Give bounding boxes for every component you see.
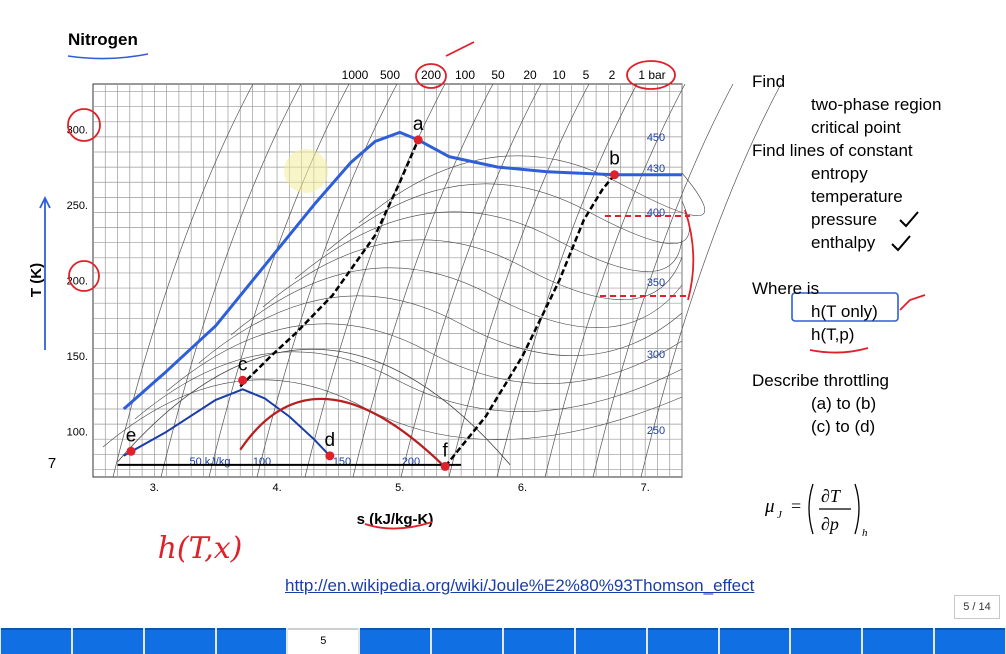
- enthalpy-label-bottom: 200: [402, 456, 420, 468]
- slide-thumbnail[interactable]: [360, 628, 431, 654]
- find-item: pressure: [811, 210, 878, 229]
- eq-lhs: μ: [765, 496, 775, 517]
- eq-paren-right: [854, 483, 860, 535]
- y-tick-label: 250.: [67, 200, 88, 212]
- slide-thumbnail[interactable]: [72, 628, 143, 654]
- handwritten-h-t-x: h(T,x): [158, 531, 243, 566]
- slide-thumbnail[interactable]: [791, 628, 862, 654]
- state-point-marker: [325, 451, 335, 461]
- x-tick-label: 3.: [150, 482, 159, 494]
- x-tick-label: 6.: [518, 482, 527, 494]
- eq-paren-left: [808, 483, 814, 535]
- eq-numerator: ∂T: [821, 486, 842, 506]
- eq-lhs-sub: J: [777, 509, 783, 521]
- enthalpy-label-right: 250: [647, 425, 665, 437]
- find-item: two-phase region: [811, 95, 942, 114]
- slide-thumbnail[interactable]: [432, 628, 503, 654]
- state-point-label: b: [609, 149, 620, 170]
- pressure-label: 1 bar: [638, 68, 665, 82]
- slide-thumbnail[interactable]: [1, 628, 71, 654]
- find-item: entropy: [811, 164, 868, 183]
- state-point-marker: [413, 135, 423, 145]
- page-indicator: 5 / 14: [954, 595, 1000, 619]
- cursor-highlight: [284, 149, 328, 193]
- slide-thumbnail[interactable]: [575, 628, 646, 654]
- enthalpy-label-right: 400: [647, 207, 665, 219]
- state-point-marker: [126, 446, 136, 456]
- y-tick-label: 150.: [67, 351, 88, 363]
- y-tick-label: 100.: [67, 427, 88, 439]
- slide-thumbnail[interactable]: [144, 628, 215, 654]
- pressure-label: 500: [380, 68, 400, 82]
- enthalpy-label-right: 350: [647, 277, 665, 289]
- wikipedia-link[interactable]: http://en.wikipedia.org/wiki/Joule%E2%80…: [285, 576, 754, 596]
- pressure-label: 50: [491, 68, 505, 82]
- enthalpy-label-bottom: 100: [253, 456, 271, 468]
- pressure-label: 2: [609, 68, 616, 82]
- find-heading: Find: [752, 72, 786, 91]
- state-point-marker: [440, 461, 450, 471]
- find-item: temperature: [811, 187, 903, 206]
- state-point-label: d: [325, 430, 336, 451]
- slide-thumbnail[interactable]: [647, 628, 718, 654]
- find-item: critical point: [811, 118, 901, 137]
- pressure-label: 1000: [342, 68, 369, 82]
- slide-thumbnail[interactable]: [935, 628, 1006, 654]
- annotation-brace: [684, 209, 695, 301]
- find-heading: Describe throttling: [752, 371, 890, 390]
- joule-thomson-equation: μ J = ∂T ∂p h: [764, 478, 885, 549]
- slide-thumbnail[interactable]: [719, 628, 790, 654]
- find-panel: Find two-phase region critical point Fin…: [752, 70, 941, 438]
- pressure-label: 100: [455, 68, 475, 82]
- eq-equals: =: [791, 496, 801, 516]
- find-item: h(T only): [811, 302, 878, 321]
- pressure-label: 10: [552, 68, 566, 82]
- x-tick-label: 7.: [641, 482, 650, 494]
- slide-thumbnail[interactable]: [504, 628, 574, 654]
- y-axis-label: T (K): [28, 263, 45, 297]
- state-point-label: c: [238, 354, 248, 375]
- enthalpy-label-right: 450: [647, 132, 665, 144]
- state-point-label: f: [443, 440, 449, 461]
- eq-subscript: h: [862, 527, 868, 539]
- equation-svg: μ J = ∂T ∂p h: [764, 483, 868, 539]
- x-tick-label: 5.: [395, 482, 404, 494]
- enthalpy-label-right: 300: [647, 349, 665, 361]
- find-item: h(T,p): [811, 325, 855, 344]
- find-item: enthalpy: [811, 233, 876, 252]
- pressure-label: 200: [421, 68, 441, 82]
- slide-thumbnail[interactable]: [216, 628, 287, 654]
- state-point-label: e: [126, 425, 137, 446]
- find-heading: Find lines of constant: [752, 141, 913, 160]
- find-heading: Where is: [752, 279, 820, 298]
- enthalpy-label-bottom: 50 kJ/kg: [190, 456, 231, 468]
- state-point-marker: [610, 170, 620, 180]
- slide-thumbnail[interactable]: 5: [288, 628, 359, 654]
- eq-denominator: ∂p: [821, 514, 839, 534]
- slide-thumbnail-strip: 5: [0, 628, 1006, 654]
- pressure-label: 20: [523, 68, 537, 82]
- enthalpy-label-bottom: 150: [333, 456, 351, 468]
- x-tick-label: 4.: [272, 482, 281, 494]
- pressure-label: 5: [583, 68, 590, 82]
- y-extra-label: 7: [48, 455, 56, 472]
- annotation-underline-title: [67, 53, 149, 60]
- annotation-tick-200: [445, 41, 475, 57]
- state-point-marker: [238, 375, 248, 385]
- find-item: (c) to (d): [811, 417, 876, 436]
- slide-thumbnail[interactable]: [863, 628, 934, 654]
- find-item: (a) to (b): [811, 394, 877, 413]
- state-point-label: a: [413, 114, 424, 135]
